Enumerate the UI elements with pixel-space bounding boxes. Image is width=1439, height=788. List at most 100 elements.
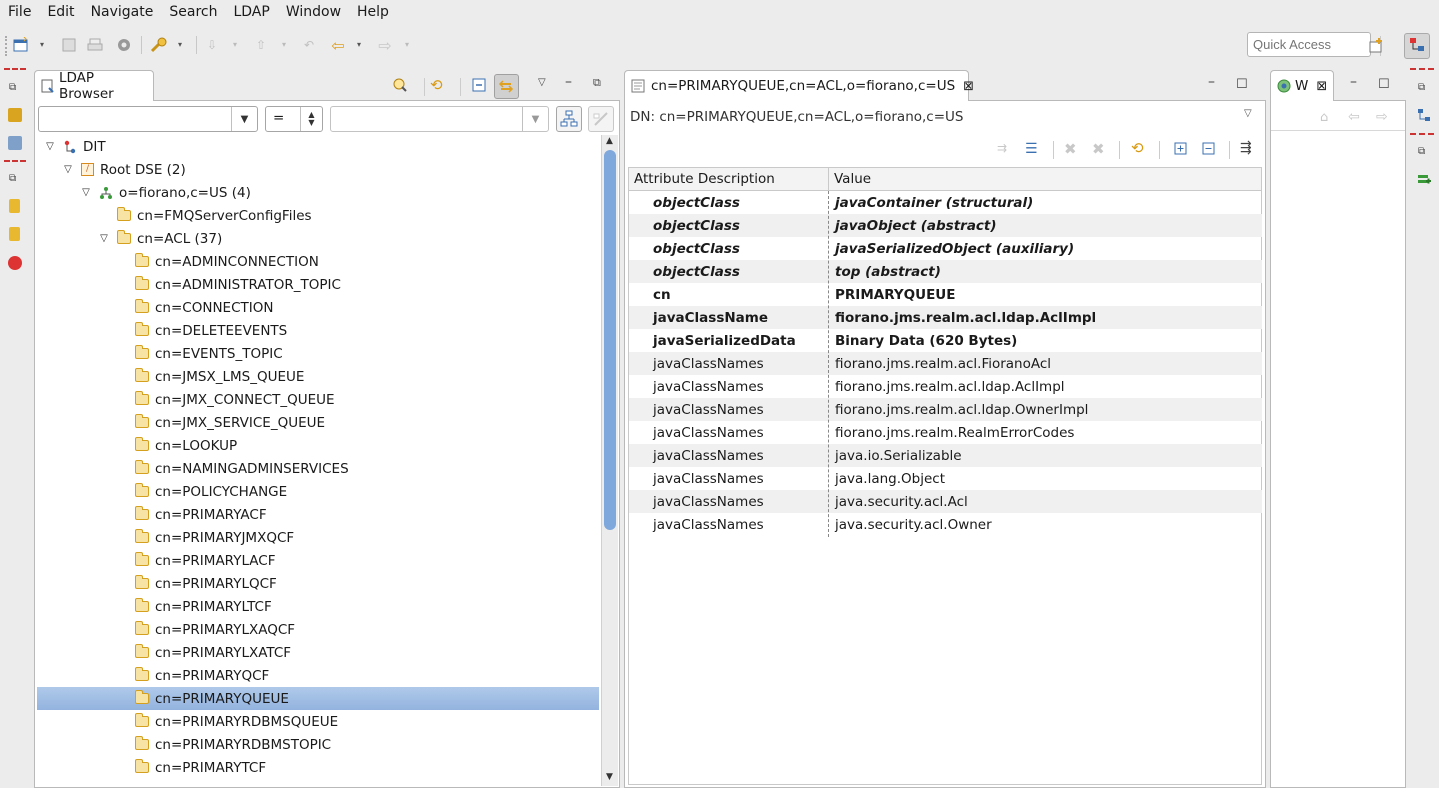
collapse-all-icon[interactable]: [472, 78, 486, 95]
gear-icon[interactable]: [115, 36, 133, 54]
attribute-value[interactable]: PRIMARYQUEUE: [835, 287, 955, 303]
tree-node[interactable]: cn=LOOKUP: [37, 434, 599, 457]
tree-node[interactable]: cn=PRIMARYTCF: [37, 756, 599, 779]
scroll-up-icon[interactable]: ▲: [606, 136, 613, 146]
attribute-row[interactable]: objectClass javaSerializedObject (auxilia…: [629, 237, 1262, 260]
attribute-row[interactable]: javaSerializedData Binary Data (620 Bytes…: [629, 329, 1262, 352]
restore-icon[interactable]: ⧉: [9, 82, 16, 93]
editor-view-menu-icon[interactable]: ▽: [1244, 108, 1252, 119]
attribute-value[interactable]: javaSerializedObject (auxiliary): [835, 241, 1074, 257]
attribute-value[interactable]: java.io.Serializable: [835, 448, 962, 464]
attribute-row[interactable]: cn PRIMARYQUEUE: [629, 283, 1262, 306]
menu-edit[interactable]: Edit: [39, 0, 82, 24]
expanded-twisty-icon[interactable]: ▽: [45, 141, 55, 152]
attribute-row[interactable]: javaClassNames fiorano.jms.realm.acl.ldap…: [629, 398, 1262, 421]
trim-grip[interactable]: [1410, 133, 1434, 136]
tree-node[interactable]: cn=PRIMARYJMXQCF: [37, 526, 599, 549]
tree-node[interactable]: cn=POLICYCHANGE: [37, 480, 599, 503]
back-dropdown-icon[interactable]: ▾: [357, 40, 361, 49]
tree-node[interactable]: cn=PRIMARYACF: [37, 503, 599, 526]
tree-node[interactable]: ▽ DIT: [37, 135, 599, 158]
menu-window[interactable]: Window: [278, 0, 349, 24]
attribute-value[interactable]: javaContainer (structural): [835, 195, 1033, 211]
trim-grip[interactable]: [4, 68, 26, 71]
tree-node[interactable]: cn=ADMINISTRATOR_TOPIC: [37, 273, 599, 296]
forward-dropdown-icon[interactable]: ▾: [405, 40, 409, 49]
attribute-value[interactable]: java.security.acl.Acl: [835, 494, 968, 510]
last-edit-icon[interactable]: ↶: [300, 36, 318, 54]
error-log-icon[interactable]: [8, 256, 22, 270]
delete-icon[interactable]: ✖: [1064, 140, 1077, 158]
tab-ldap-browser[interactable]: LDAP Browser: [34, 70, 154, 102]
attribute-value[interactable]: fiorano.jms.realm.acl.ldap.AclImpl: [835, 310, 1096, 326]
tab-entry-editor[interactable]: cn=PRIMARYQUEUE,cn=ACL,o=fiorano,c=US ⊠: [624, 70, 974, 101]
attribute-value[interactable]: javaObject (abstract): [835, 218, 997, 234]
tree-node[interactable]: cn=CONNECTION: [37, 296, 599, 319]
bookmarks-icon[interactable]: [9, 227, 20, 241]
quick-access-input[interactable]: [1247, 32, 1371, 57]
next-annotation-dropdown-icon[interactable]: ▾: [233, 40, 237, 49]
trim-grip[interactable]: [4, 160, 26, 163]
delete-all-icon[interactable]: ✖: [1092, 140, 1105, 158]
tab-welcome[interactable]: W ⊠: [1270, 70, 1334, 101]
new-attribute-icon[interactable]: ☰: [1025, 141, 1038, 157]
ldap-perspective-button[interactable]: [1404, 33, 1430, 59]
filter-operator-combo[interactable]: = ▲ ▼: [265, 106, 323, 132]
menu-search[interactable]: Search: [161, 0, 225, 24]
new-value-icon[interactable]: ⇉: [997, 141, 1007, 155]
maximize-icon[interactable]: ☐: [1378, 77, 1390, 92]
minimize-icon[interactable]: –: [1350, 74, 1357, 90]
attribute-row[interactable]: javaClassNames fiorano.jms.realm.acl.ldap…: [629, 375, 1262, 398]
tree-node[interactable]: cn=PRIMARYLXAQCF: [37, 618, 599, 641]
tree-node[interactable]: cn=NAMINGADMINSERVICES: [37, 457, 599, 480]
collapse-all-icon[interactable]: [1202, 142, 1215, 158]
attribute-row[interactable]: objectClass javaObject (abstract): [629, 214, 1262, 237]
tree-node[interactable]: cn=PRIMARYLTCF: [37, 595, 599, 618]
trim-grip[interactable]: [1410, 68, 1434, 71]
expanded-twisty-icon[interactable]: ▽: [99, 233, 109, 244]
show-all-icon[interactable]: ⇶: [1240, 140, 1252, 156]
tree-node[interactable]: cn=PRIMARYLQCF: [37, 572, 599, 595]
tree-node[interactable]: cn=PRIMARYLXATCF: [37, 641, 599, 664]
attribute-value[interactable]: java.lang.Object: [835, 471, 945, 487]
tree-node[interactable]: cn=JMX_CONNECT_QUEUE: [37, 388, 599, 411]
toolbar-grip[interactable]: [5, 36, 8, 56]
attribute-row[interactable]: javaClassNames java.security.acl.Owner: [629, 513, 1262, 536]
attribute-row[interactable]: javaClassNames java.lang.Object: [629, 467, 1262, 490]
connect-icon[interactable]: [150, 36, 168, 54]
maximize-icon[interactable]: ⧉: [593, 76, 601, 90]
ldap-servers-icon[interactable]: [8, 108, 22, 122]
expanded-twisty-icon[interactable]: ▽: [81, 187, 91, 198]
expanded-twisty-icon[interactable]: ▽: [63, 164, 73, 175]
maximize-icon[interactable]: ☐: [1236, 77, 1248, 92]
tree-node[interactable]: cn=JMX_SERVICE_QUEUE: [37, 411, 599, 434]
attribute-row[interactable]: javaClassName fiorano.jms.realm.acl.ldap.…: [629, 306, 1262, 329]
searches-icon[interactable]: [9, 199, 20, 213]
link-with-editor-button[interactable]: [494, 74, 519, 99]
print-icon[interactable]: [86, 36, 104, 54]
menu-file[interactable]: File: [0, 0, 39, 24]
tree-scroll-thumb[interactable]: [604, 150, 616, 530]
attribute-value[interactable]: fiorano.jms.realm.acl.ldap.OwnerImpl: [835, 402, 1088, 418]
attribute-row[interactable]: objectClass javaContainer (structural): [629, 191, 1262, 214]
menu-help[interactable]: Help: [349, 0, 397, 24]
previous-annotation-icon[interactable]: ⇧: [252, 36, 270, 54]
tree-node[interactable]: cn=PRIMARYRDBMSQUEUE: [37, 710, 599, 733]
tree-node[interactable]: ▽ / Root DSE (2): [37, 158, 599, 181]
save-icon[interactable]: [60, 36, 78, 54]
tree-node[interactable]: cn=DELETEEVENTS: [37, 319, 599, 342]
refresh-icon[interactable]: ⟲: [1131, 139, 1144, 157]
attribute-value[interactable]: fiorano.jms.realm.acl.ldap.AclImpl: [835, 379, 1065, 395]
column-header-attribute[interactable]: Attribute Description: [634, 171, 775, 187]
column-divider[interactable]: [828, 168, 829, 190]
modification-logs-icon[interactable]: [1417, 173, 1431, 187]
next-annotation-icon[interactable]: ⇩: [203, 36, 221, 54]
forward-icon[interactable]: ⇨: [1376, 109, 1388, 125]
expand-all-icon[interactable]: [1174, 142, 1187, 158]
attribute-value[interactable]: fiorano.jms.realm.acl.FioranoAcl: [835, 356, 1051, 372]
close-icon[interactable]: ⊠: [963, 79, 974, 94]
tree-node[interactable]: cn=PRIMARYRDBMSTOPIC: [37, 733, 599, 756]
attribute-value[interactable]: java.security.acl.Owner: [835, 517, 992, 533]
attribute-row[interactable]: javaClassNames java.security.acl.Acl: [629, 490, 1262, 513]
tree-node[interactable]: ▽ o=fiorano,c=US (4): [37, 181, 599, 204]
